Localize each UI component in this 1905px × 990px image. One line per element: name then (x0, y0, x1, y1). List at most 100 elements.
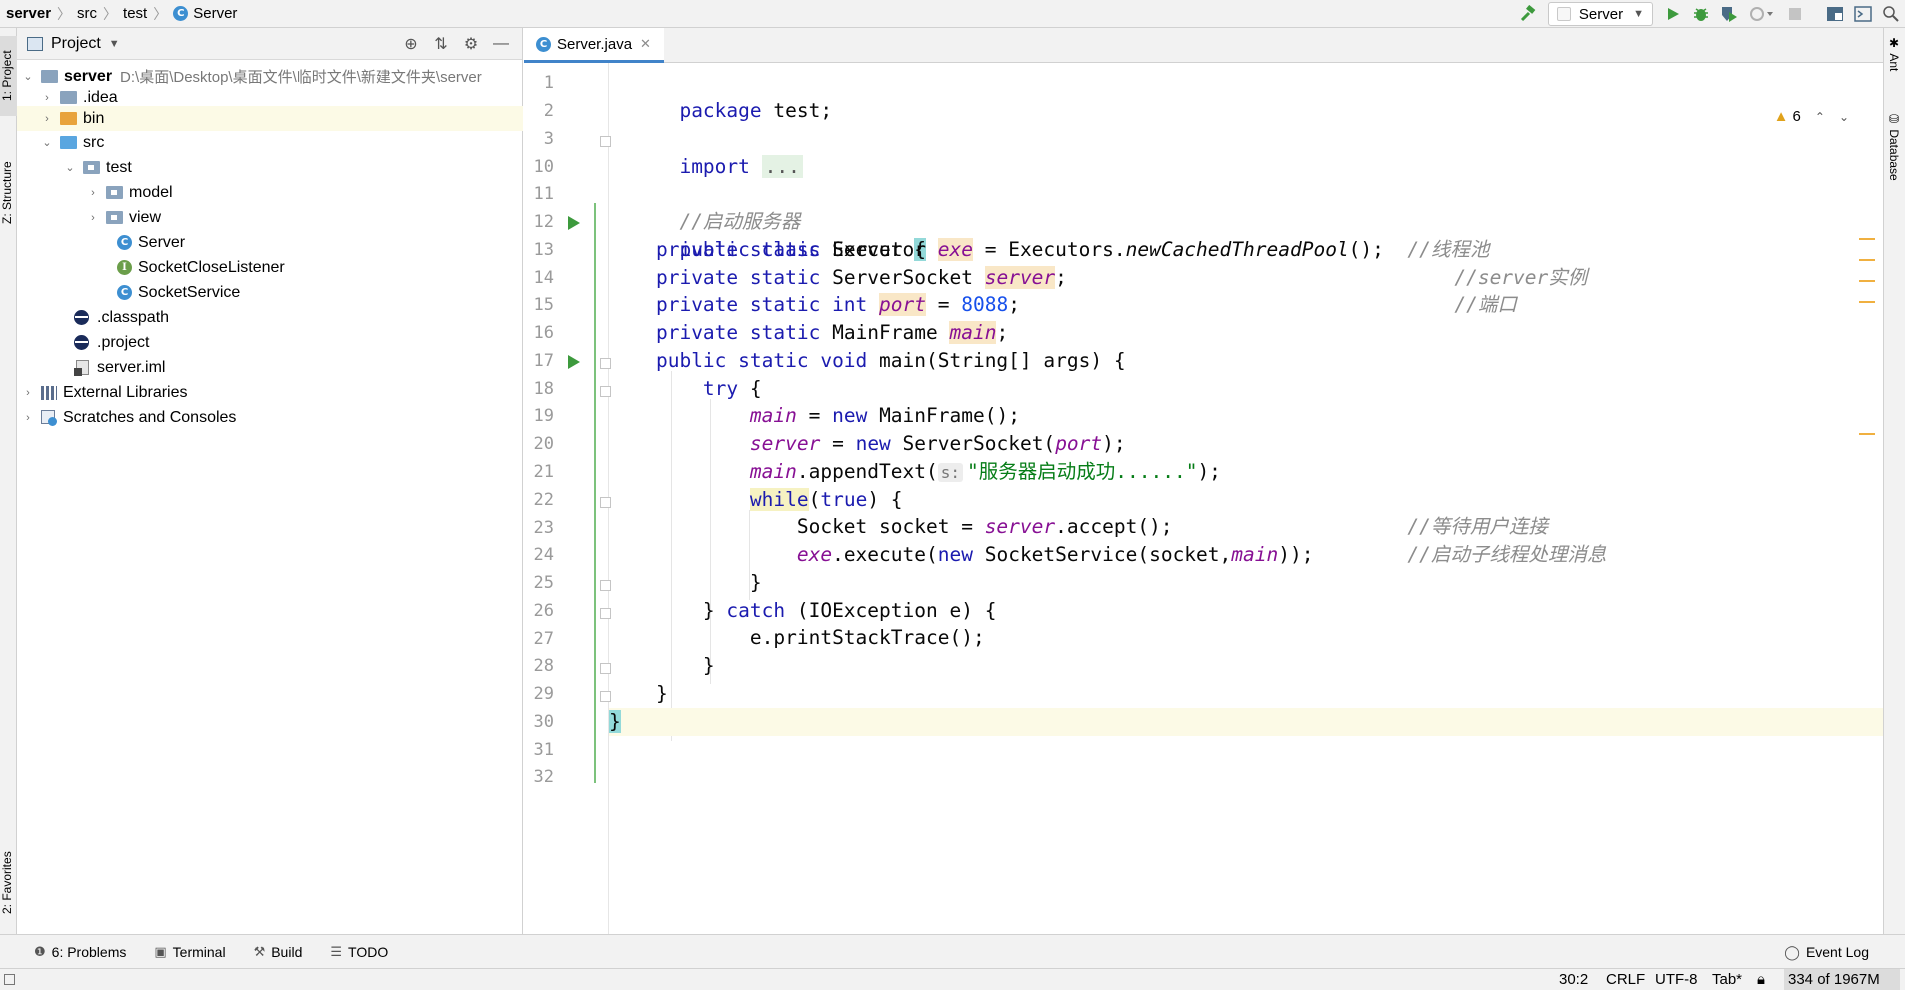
tree-item-server-class[interactable]: C Server (17, 230, 523, 255)
tree-item-external-libraries[interactable]: › External Libraries (17, 380, 523, 405)
chevron-right-icon[interactable]: › (86, 187, 100, 199)
source-folder-icon (60, 136, 77, 149)
line-number: 23 (533, 518, 554, 538)
structure-tool-tab[interactable]: Z: Structure (0, 143, 17, 243)
line-number: 12 (533, 212, 554, 232)
tree-item-view[interactable]: › view (17, 205, 523, 230)
project-tool-tab[interactable]: 1: Project (0, 36, 17, 116)
folder-icon (60, 91, 77, 104)
terminal-window-icon[interactable] (1849, 0, 1877, 28)
ant-tool-tab[interactable]: ✱ Ant (1887, 36, 1901, 71)
chevron-up-icon[interactable]: ⌃ (1815, 110, 1825, 124)
tree-item-label: view (129, 208, 162, 226)
profile-icon[interactable] (1743, 0, 1781, 28)
tree-item-src[interactable]: ⌄ src (17, 130, 523, 155)
todo-tool-button[interactable]: ☰ TODO (330, 944, 388, 960)
tree-item-socketservice[interactable]: C SocketService (17, 280, 523, 305)
tool-windows-toggle-icon[interactable] (4, 974, 15, 985)
tree-item-model[interactable]: › model (17, 180, 523, 205)
tree-item-classpath[interactable]: .classpath (17, 305, 523, 330)
field-name: server (984, 515, 1056, 538)
caret-position[interactable]: 30:2 (1559, 969, 1588, 990)
chevron-right-icon[interactable]: › (21, 387, 35, 399)
line-number: 30 (533, 712, 554, 732)
warning-stripe-marker[interactable] (1859, 301, 1875, 303)
tree-item-bin[interactable]: › bin (17, 106, 523, 131)
event-log-tool-button[interactable]: ◯ Event Log (1784, 935, 1869, 969)
debug-icon[interactable] (1687, 0, 1715, 28)
line-separator[interactable]: CRLF (1606, 969, 1645, 990)
collapse-all-icon[interactable]: ⇅ (426, 34, 456, 54)
locate-target-icon[interactable]: ⊕ (396, 34, 426, 54)
run-icon[interactable] (1659, 0, 1687, 28)
terminal-tool-button[interactable]: ▣ Terminal (154, 944, 225, 960)
excluded-folder-icon (60, 112, 77, 125)
code-text-area[interactable]: package test; import ... //启动服务器 public … (609, 63, 1883, 934)
project-structure-icon[interactable] (1821, 0, 1849, 28)
field-name: port (1055, 432, 1103, 455)
tree-item-server-iml[interactable]: server.iml (17, 355, 523, 380)
lock-icon[interactable]: 🔒︎ (1757, 969, 1765, 990)
code-editor: C Server.java ✕ 1 2 3 10 11 12 13 14 15 … (524, 28, 1883, 934)
class-icon: C (536, 36, 551, 52)
database-tool-tab[interactable]: ⛁ Database (1887, 112, 1901, 181)
speech-bubble-icon: ◯ (1784, 943, 1800, 960)
chevron-down-icon[interactable]: ▼ (109, 38, 120, 50)
class-icon: C (117, 285, 132, 300)
breadcrumb-src[interactable]: src (77, 5, 97, 22)
inspection-widget[interactable]: ▲ 6 ⌃ ⌄ (1774, 108, 1849, 125)
line-number: 25 (533, 573, 554, 593)
warning-stripe-marker[interactable] (1859, 238, 1875, 240)
tree-item-test[interactable]: ⌄ test (17, 155, 523, 180)
warning-stripe-marker[interactable] (1859, 280, 1875, 282)
tree-item-project-file[interactable]: .project (17, 330, 523, 355)
code-text: } (655, 682, 668, 705)
chevron-down-icon[interactable]: ⌄ (1839, 110, 1849, 124)
line-number: 27 (533, 629, 554, 649)
memory-indicator[interactable]: 334 of 1967M (1784, 969, 1900, 990)
run-configuration-select[interactable]: Server ▼ (1547, 2, 1653, 26)
run-gutter-icon[interactable] (568, 355, 580, 369)
coverage-icon[interactable] (1715, 0, 1743, 28)
file-encoding[interactable]: UTF-8 (1655, 969, 1698, 990)
code-line-29: } (609, 680, 668, 708)
chevron-down-icon[interactable]: ⌄ (40, 136, 54, 149)
code-text: .execute( (832, 543, 938, 566)
breadcrumb-server[interactable]: Server (193, 5, 237, 22)
search-everywhere-icon[interactable] (1877, 0, 1905, 28)
project-view-title[interactable]: Project (51, 35, 101, 53)
tree-item-socketcloselistener[interactable]: I SocketCloseListener (17, 255, 523, 280)
line-number: 29 (533, 684, 554, 704)
tree-item-scratches[interactable]: › Scratches and Consoles (17, 405, 523, 430)
build-hammer-icon[interactable] (1514, 0, 1542, 28)
hide-minus-icon[interactable]: — (486, 35, 516, 53)
gear-icon[interactable]: ⚙ (456, 34, 486, 54)
warning-stripe-marker[interactable] (1859, 259, 1875, 261)
folded-imports[interactable]: ... (761, 155, 803, 178)
chevron-down-icon[interactable]: ⌄ (21, 70, 35, 83)
project-panel: Project ▼ ⊕ ⇅ ⚙ — ⌄ server D:\桌面\Desktop… (17, 28, 523, 934)
build-tool-button[interactable]: ⚒ Build (254, 944, 303, 960)
editor-tab-server-java[interactable]: C Server.java ✕ (524, 28, 664, 63)
stop-icon[interactable] (1781, 0, 1809, 28)
chevron-right-icon[interactable]: › (40, 92, 54, 104)
favorites-tool-tab[interactable]: 2: Favorites (0, 828, 17, 938)
indent-setting[interactable]: Tab* (1712, 969, 1742, 990)
problems-tool-button[interactable]: ❶ 6: Problems (34, 944, 126, 960)
code-text: ; (1055, 266, 1067, 289)
breadcrumb-project[interactable]: server (6, 5, 51, 22)
warning-stripe-marker[interactable] (1859, 433, 1875, 435)
code-line-28: } (609, 652, 715, 680)
chevron-right-icon[interactable]: › (86, 212, 100, 224)
right-tool-window-strip: ✱ Ant ⛁ Database (1883, 28, 1905, 968)
chevron-down-icon[interactable]: ⌄ (63, 161, 77, 174)
comment-spacer (1173, 515, 1408, 538)
chevron-right-icon[interactable]: › (40, 113, 54, 125)
chevron-right-icon[interactable]: › (21, 412, 35, 424)
run-gutter-icon[interactable] (568, 216, 580, 230)
breadcrumb-test[interactable]: test (123, 5, 147, 22)
close-icon[interactable]: ✕ (640, 36, 651, 52)
field-name: port (879, 293, 927, 316)
tree-item-label: bin (83, 109, 105, 127)
